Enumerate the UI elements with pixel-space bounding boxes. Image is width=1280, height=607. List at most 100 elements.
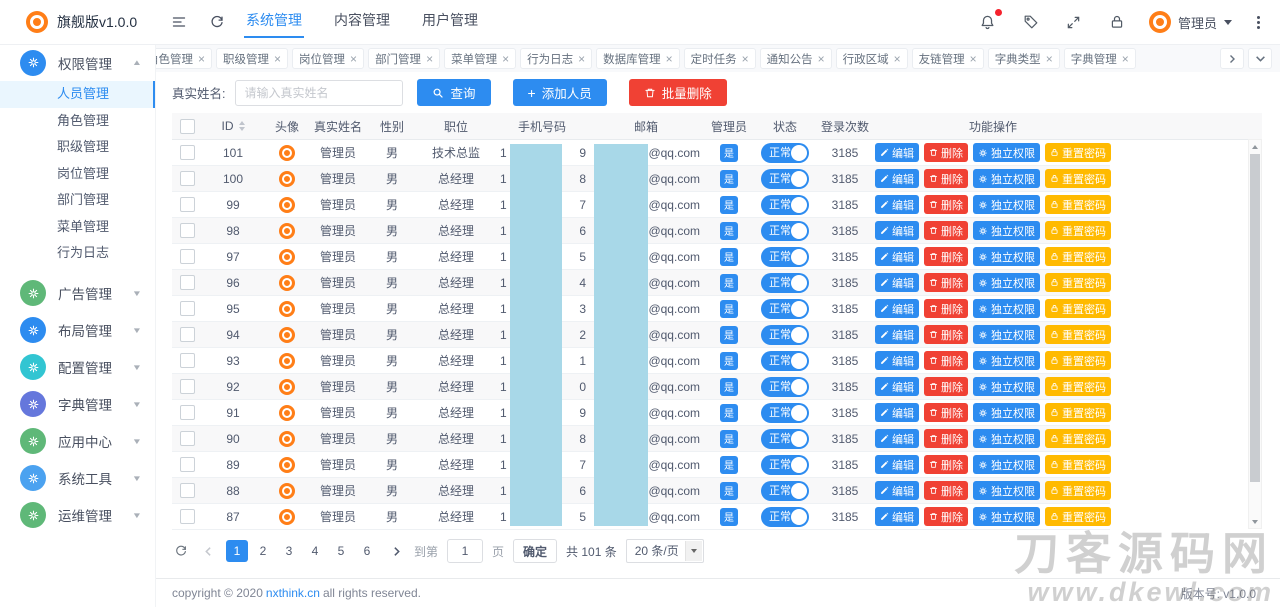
close-icon[interactable]: × — [502, 53, 509, 65]
reset-password-button[interactable]: 重置密码 — [1045, 377, 1111, 396]
column-id[interactable]: ID — [202, 113, 264, 139]
close-icon[interactable]: × — [970, 53, 977, 65]
row-checkbox[interactable] — [179, 509, 195, 524]
fullscreen-icon[interactable] — [1063, 11, 1085, 33]
tabs-scroll-right-icon[interactable] — [1220, 48, 1244, 69]
permission-button[interactable]: 独立权限 — [973, 377, 1040, 396]
row-checkbox[interactable] — [179, 457, 195, 472]
reset-password-button[interactable]: 重置密码 — [1045, 403, 1111, 422]
permission-button[interactable]: 独立权限 — [973, 143, 1040, 162]
batch-delete-button[interactable]: 批量删除 — [628, 79, 727, 106]
sidebar-group[interactable]: 字典管理 ▼ — [0, 386, 155, 423]
status-toggle[interactable]: 正常 — [761, 376, 809, 397]
close-icon[interactable]: × — [742, 53, 749, 65]
tab[interactable]: 岗位管理 × — [292, 48, 365, 69]
delete-button[interactable]: 删除 — [924, 299, 968, 318]
collapse-sidebar-icon[interactable] — [168, 11, 190, 33]
permission-button[interactable]: 独立权限 — [973, 273, 1040, 292]
search-input[interactable] — [235, 79, 404, 106]
scrollbar-thumb[interactable] — [1250, 154, 1260, 482]
delete-button[interactable]: 删除 — [924, 455, 968, 474]
permission-button[interactable]: 独立权限 — [973, 299, 1040, 318]
reset-password-button[interactable]: 重置密码 — [1045, 429, 1111, 448]
delete-button[interactable]: 删除 — [924, 221, 968, 240]
delete-button[interactable]: 删除 — [924, 377, 968, 396]
reset-password-button[interactable]: 重置密码 — [1045, 455, 1111, 474]
permission-button[interactable]: 独立权限 — [973, 481, 1040, 500]
permission-button[interactable]: 独立权限 — [973, 455, 1040, 474]
edit-button[interactable]: 编辑 — [875, 273, 919, 292]
delete-button[interactable]: 删除 — [924, 247, 968, 266]
sidebar-group[interactable]: 广告管理 ▼ — [0, 275, 155, 312]
permission-button[interactable]: 独立权限 — [973, 169, 1040, 188]
sort-icon[interactable] — [238, 121, 245, 131]
reset-password-button[interactable]: 重置密码 — [1045, 273, 1111, 292]
reset-password-button[interactable]: 重置密码 — [1045, 195, 1111, 214]
row-checkbox[interactable] — [179, 405, 195, 420]
row-checkbox[interactable] — [179, 301, 195, 316]
page-number[interactable]: 5 — [330, 540, 352, 562]
status-toggle[interactable]: 正常 — [761, 506, 809, 527]
query-button[interactable]: 查询 — [417, 79, 491, 106]
pager-refresh-icon[interactable] — [172, 542, 190, 560]
reset-password-button[interactable]: 重置密码 — [1045, 221, 1111, 240]
sidebar-group[interactable]: 配置管理 ▼ — [0, 349, 155, 386]
edit-button[interactable]: 编辑 — [875, 325, 919, 344]
status-toggle[interactable]: 正常 — [761, 298, 809, 319]
delete-button[interactable]: 删除 — [924, 429, 968, 448]
close-icon[interactable]: × — [818, 53, 825, 65]
lock-screen-icon[interactable] — [1106, 11, 1128, 33]
reset-password-button[interactable]: 重置密码 — [1045, 351, 1111, 370]
tab[interactable]: 字典管理 × — [1063, 48, 1136, 69]
row-checkbox[interactable] — [179, 249, 195, 264]
refresh-icon[interactable] — [206, 11, 228, 33]
scroll-down-icon[interactable] — [1249, 515, 1261, 528]
row-checkbox[interactable] — [179, 431, 195, 446]
close-icon[interactable]: × — [1046, 53, 1053, 65]
row-checkbox[interactable] — [179, 275, 195, 290]
close-icon[interactable]: × — [894, 53, 901, 65]
row-checkbox[interactable] — [179, 197, 195, 212]
permission-button[interactable]: 独立权限 — [973, 403, 1040, 422]
close-icon[interactable]: × — [274, 53, 281, 65]
close-icon[interactable]: × — [578, 53, 585, 65]
reset-password-button[interactable]: 重置密码 — [1045, 325, 1111, 344]
edit-button[interactable]: 编辑 — [875, 195, 919, 214]
goto-page-input[interactable] — [447, 539, 484, 563]
status-toggle[interactable]: 正常 — [761, 220, 809, 241]
edit-button[interactable]: 编辑 — [875, 377, 919, 396]
close-icon[interactable]: × — [350, 53, 357, 65]
page-number[interactable]: 6 — [356, 540, 378, 562]
edit-button[interactable]: 编辑 — [875, 247, 919, 266]
sidebar-item[interactable]: 部门管理 — [0, 187, 155, 214]
tab[interactable]: 行政区域 × — [835, 48, 908, 69]
row-checkbox[interactable] — [179, 379, 195, 394]
sidebar-group[interactable]: 运维管理 ▼ — [0, 497, 155, 534]
row-checkbox[interactable] — [179, 353, 195, 368]
add-person-button[interactable]: + 添加人员 — [512, 79, 607, 106]
row-checkbox[interactable] — [179, 223, 195, 238]
row-checkbox[interactable] — [179, 327, 195, 342]
sidebar-item[interactable]: 职级管理 — [0, 134, 155, 161]
status-toggle[interactable]: 正常 — [761, 428, 809, 449]
delete-button[interactable]: 删除 — [924, 195, 968, 214]
permission-button[interactable]: 独立权限 — [973, 429, 1040, 448]
tab[interactable]: 字典类型 × — [987, 48, 1060, 69]
sidebar-item[interactable]: 人员管理 — [0, 81, 155, 108]
tab[interactable]: 友链管理 × — [911, 48, 984, 69]
delete-button[interactable]: 删除 — [924, 351, 968, 370]
status-toggle[interactable]: 正常 — [761, 272, 809, 293]
status-toggle[interactable]: 正常 — [761, 324, 809, 345]
tab[interactable]: 定时任务 × — [683, 48, 756, 69]
status-toggle[interactable]: 正常 — [761, 454, 809, 475]
tab[interactable]: 数据库管理 × — [596, 48, 680, 69]
sidebar-group[interactable]: 系统工具 ▼ — [0, 460, 155, 497]
more-menu-icon[interactable] — [1253, 15, 1264, 29]
delete-button[interactable]: 删除 — [924, 273, 968, 292]
page-number[interactable]: 2 — [252, 540, 274, 562]
edit-button[interactable]: 编辑 — [875, 299, 919, 318]
user-menu[interactable]: 管理员 — [1148, 11, 1232, 33]
status-toggle[interactable]: 正常 — [761, 350, 809, 371]
confirm-button[interactable]: 确定 — [513, 539, 558, 563]
tab[interactable]: 行为日志 × — [520, 48, 593, 69]
